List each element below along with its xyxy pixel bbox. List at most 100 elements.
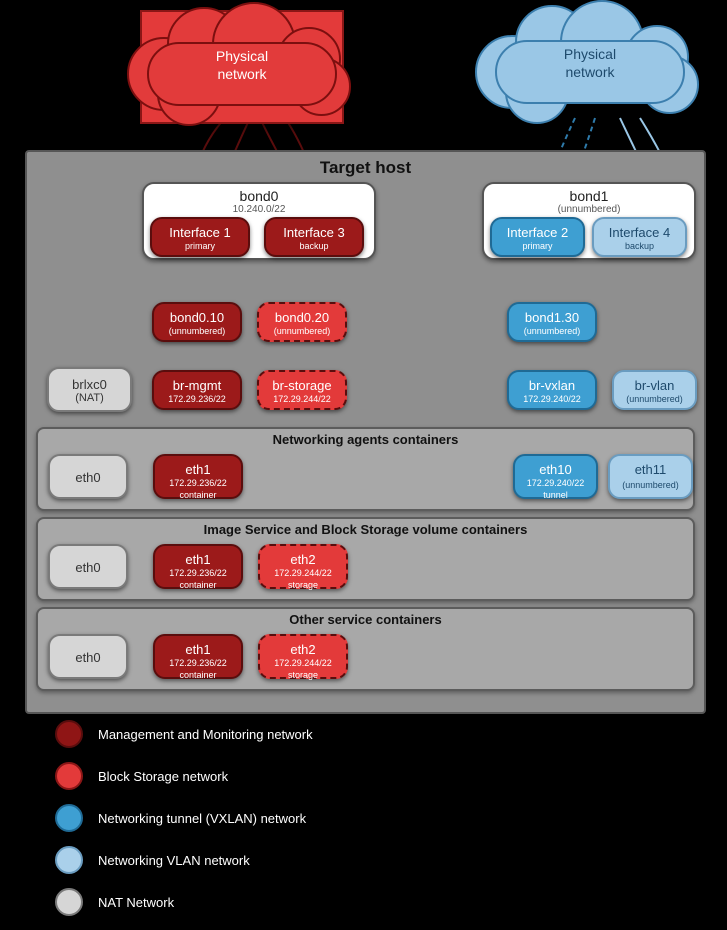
br-vlan-sub: (unnumbered)	[614, 393, 695, 405]
image-eth2-name: eth2	[260, 546, 346, 567]
other-eth1-sub1: 172.29.236/22	[155, 657, 241, 669]
net-eth1-sub1: 172.29.236/22	[155, 477, 241, 489]
cloud-physical-network-right: Physical network	[490, 10, 690, 120]
br-storage: br-storage 172.29.244/22	[257, 370, 347, 410]
other-eth0-name: eth0	[50, 636, 126, 665]
brlxc0-name: brlxc0	[49, 369, 130, 392]
interface-2-name: Interface 2	[492, 219, 583, 240]
br-storage-sub: 172.29.244/22	[259, 393, 345, 405]
interface-3-sub: backup	[266, 240, 362, 252]
interface-1-sub: primary	[152, 240, 248, 252]
other-eth1: eth1 172.29.236/22 container	[153, 634, 243, 679]
net-eth1-name: eth1	[155, 456, 241, 477]
bond0-20-name: bond0.20	[259, 304, 345, 325]
br-mgmt: br-mgmt 172.29.236/22	[152, 370, 242, 410]
interface-4-name: Interface 4	[594, 219, 685, 240]
bond0-sub: 10.240.0/22	[144, 204, 374, 215]
other-eth2: eth2 172.29.244/22 storage	[258, 634, 348, 679]
br-vlan: br-vlan (unnumbered)	[612, 370, 697, 410]
cloud-left-label: Physical network	[142, 47, 342, 83]
legend: Management and Monitoring network Block …	[55, 720, 313, 930]
section-networking-agents: Networking agents containers eth0 eth1 1…	[36, 427, 695, 511]
bond0-20-sub: (unnumbered)	[259, 325, 345, 337]
bond1-30: bond1.30 (unnumbered)	[507, 302, 597, 342]
interface-4-sub: backup	[594, 240, 685, 252]
other-eth1-sub2: container	[155, 669, 241, 681]
cloud-right-label: Physical network	[490, 45, 690, 81]
net-eth1-sub2: container	[155, 489, 241, 501]
interface-4: Interface 4 backup	[592, 217, 687, 257]
legend-text-management: Management and Monitoring network	[98, 727, 313, 742]
interface-2: Interface 2 primary	[490, 217, 585, 257]
image-eth1-name: eth1	[155, 546, 241, 567]
interface-2-sub: primary	[492, 240, 583, 252]
cloud-physical-network-left: Physical network	[140, 10, 344, 124]
br-vxlan-sub: 172.29.240/22	[509, 393, 595, 405]
host-title: Target host	[27, 158, 704, 178]
net-eth11-name: eth11	[610, 456, 691, 477]
br-mgmt-sub: 172.29.236/22	[154, 393, 240, 405]
section-image-block: Image Service and Block Storage volume c…	[36, 517, 695, 601]
legend-row: Networking tunnel (VXLAN) network	[55, 804, 313, 832]
other-eth2-name: eth2	[260, 636, 346, 657]
interface-1: Interface 1 primary	[150, 217, 250, 257]
net-eth0: eth0	[48, 454, 128, 499]
image-eth0: eth0	[48, 544, 128, 589]
other-eth2-sub2: storage	[260, 669, 346, 681]
diagram-root: Physical network Physical network Target…	[0, 0, 727, 922]
net-eth10-sub1: 172.29.240/22	[515, 477, 596, 489]
bond1-name: bond1	[484, 188, 694, 204]
interface-1-name: Interface 1	[152, 219, 248, 240]
legend-dot-blockstorage-icon	[55, 762, 83, 790]
net-eth10-name: eth10	[515, 456, 596, 477]
br-vlan-name: br-vlan	[614, 372, 695, 393]
net-eth11: eth11 (unnumbered)	[608, 454, 693, 499]
legend-row: NAT Network	[55, 888, 313, 916]
bond1-30-name: bond1.30	[509, 304, 595, 325]
legend-row: Networking VLAN network	[55, 846, 313, 874]
net-eth0-name: eth0	[50, 456, 126, 485]
bond0-10-name: bond0.10	[154, 304, 240, 325]
legend-text-nat: NAT Network	[98, 895, 174, 910]
legend-row: Block Storage network	[55, 762, 313, 790]
interface-3-name: Interface 3	[266, 219, 362, 240]
bond0-20: bond0.20 (unnumbered)	[257, 302, 347, 342]
bond0-10-sub: (unnumbered)	[154, 325, 240, 337]
brlxc0-sub: (NAT)	[49, 392, 130, 404]
br-mgmt-name: br-mgmt	[154, 372, 240, 393]
section-other-title: Other service containers	[38, 609, 693, 627]
other-eth2-sub1: 172.29.244/22	[260, 657, 346, 669]
image-eth1: eth1 172.29.236/22 container	[153, 544, 243, 589]
legend-row: Management and Monitoring network	[55, 720, 313, 748]
legend-text-vxlan: Networking tunnel (VXLAN) network	[98, 811, 306, 826]
net-eth11-sub1: (unnumbered)	[610, 477, 691, 491]
section-image-title: Image Service and Block Storage volume c…	[38, 519, 693, 537]
section-networking-title: Networking agents containers	[38, 429, 693, 447]
legend-dot-vxlan-icon	[55, 804, 83, 832]
interface-3: Interface 3 backup	[264, 217, 364, 257]
br-storage-name: br-storage	[259, 372, 345, 393]
legend-dot-nat-icon	[55, 888, 83, 916]
net-eth10: eth10 172.29.240/22 tunnel	[513, 454, 598, 499]
image-eth2-sub1: 172.29.244/22	[260, 567, 346, 579]
image-eth2-sub2: storage	[260, 579, 346, 591]
bond1-sub: (unnumbered)	[484, 204, 694, 215]
br-vxlan-name: br-vxlan	[509, 372, 595, 393]
legend-dot-vlan-icon	[55, 846, 83, 874]
image-eth1-sub2: container	[155, 579, 241, 591]
bond0-10: bond0.10 (unnumbered)	[152, 302, 242, 342]
other-eth0: eth0	[48, 634, 128, 679]
image-eth1-sub1: 172.29.236/22	[155, 567, 241, 579]
legend-text-vlan: Networking VLAN network	[98, 853, 250, 868]
other-eth1-name: eth1	[155, 636, 241, 657]
brlxc0: brlxc0 (NAT)	[47, 367, 132, 412]
target-host-box: Target host bond0 10.240.0/22 Interface …	[25, 150, 706, 714]
section-other: Other service containers eth0 eth1 172.2…	[36, 607, 695, 691]
net-eth1: eth1 172.29.236/22 container	[153, 454, 243, 499]
legend-dot-management-icon	[55, 720, 83, 748]
bond0-name: bond0	[144, 188, 374, 204]
image-eth2: eth2 172.29.244/22 storage	[258, 544, 348, 589]
legend-text-blockstorage: Block Storage network	[98, 769, 228, 784]
net-eth10-sub2: tunnel	[515, 489, 596, 501]
image-eth0-name: eth0	[50, 546, 126, 575]
